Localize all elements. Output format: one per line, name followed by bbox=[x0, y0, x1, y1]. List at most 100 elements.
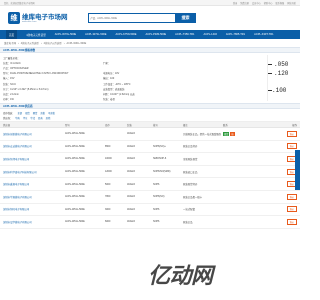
filter-option[interactable]: 华南 bbox=[15, 116, 20, 120]
filter-panel: 库存筛选： 全部 现货 期货 含税 不含税 供应商： 华南 华东 华北 西南 其… bbox=[0, 109, 300, 122]
nav-item[interactable]: ACPL-7805-TR1 bbox=[226, 33, 245, 36]
site-logo[interactable]: 维 维库电子市场网 www.dzsc.com bbox=[8, 12, 68, 24]
package: SMD/SOP-6 bbox=[153, 157, 167, 161]
remark: 原装正品特价 bbox=[183, 145, 198, 149]
login-link[interactable]: 登录 bbox=[233, 1, 237, 5]
nav-item[interactable]: ACPL-1432 bbox=[204, 33, 217, 36]
table-row[interactable]: 深圳市冠华微电子有限公司 ACPL-W61L-500E 6000 AVAGO SOP6 原… bbox=[0, 216, 300, 229]
remark: 原装进口正品 bbox=[183, 170, 198, 174]
dimension-label: .120 bbox=[274, 70, 289, 77]
nav-item[interactable]: ACPL-K75N-500E bbox=[115, 33, 136, 36]
floating-service-bar[interactable] bbox=[295, 150, 300, 190]
stock-qty: 10000 bbox=[105, 157, 112, 161]
nav-item[interactable]: ACPL-W70L-500E bbox=[55, 33, 76, 36]
stock-qty: 7800 bbox=[105, 195, 111, 199]
brand: AVAGO bbox=[127, 144, 136, 148]
stock-badge: 现货 bbox=[223, 131, 230, 136]
brand: AVAGO bbox=[127, 170, 136, 174]
supplier-name[interactable]: 深圳市宏达微电子有限公司 bbox=[3, 144, 65, 148]
search-input[interactable]: 产品 ACPL-W61L-500E bbox=[87, 13, 176, 23]
filter-option[interactable]: 期货 bbox=[33, 111, 38, 115]
breadcrumb-item: ACPL-W61L-500E bbox=[66, 41, 87, 45]
supplier-name[interactable]: 深圳市华源微电子有限公司 bbox=[3, 195, 65, 199]
supplier-name[interactable]: 深圳市恒旺电子有限公司 bbox=[3, 207, 65, 211]
top-link[interactable]: 网站导航 bbox=[287, 1, 296, 5]
stock-qty: 3000 bbox=[105, 207, 111, 211]
remark: 只做原装正品，提供一站式配套服务 bbox=[183, 132, 222, 136]
spec-list: 工厂最低价格： 分类：IC LOGIC 厂家： 产品：OPTOCOUPLER 型号… bbox=[3, 55, 267, 102]
supplier-name[interactable]: 深圳市利华盛电子科技有限公司 bbox=[3, 170, 65, 174]
table-row[interactable]: 深圳市利华盛电子科技有限公司 ACPL-W61L-500E 12000 AVAGO SO… bbox=[0, 166, 300, 179]
search-bar: 产品 ACPL-W61L-500E 搜索 bbox=[87, 13, 196, 23]
filter-option[interactable]: 含税 bbox=[40, 111, 45, 115]
filter-row: 供应商： 华南 华东 华北 西南 其他 bbox=[3, 116, 51, 120]
inquiry-button[interactable]: 询价 bbox=[286, 130, 297, 137]
stock-qty: 5000 bbox=[105, 182, 111, 186]
part-number[interactable]: ACPL-W61L-500E bbox=[65, 157, 105, 160]
search-input-value[interactable]: ACPL-W61L-500E bbox=[97, 17, 117, 20]
filter-option[interactable]: 其他 bbox=[46, 116, 51, 120]
site-header: 维 维库电子市场网 www.dzsc.com 产品 ACPL-W61L-500E… bbox=[0, 6, 300, 30]
nav-item[interactable]: ACPL-P480-500E bbox=[146, 33, 167, 36]
filter-option[interactable]: 现货 bbox=[25, 111, 30, 115]
table-row[interactable]: 深圳市华源微电子有限公司 ACPL-W61L-500E 7800 AVAGO SOP6(… bbox=[0, 191, 300, 204]
top-link[interactable]: 帮助中心 bbox=[264, 1, 273, 5]
part-number[interactable]: ACPL-W61L-500E bbox=[65, 170, 105, 173]
part-number[interactable]: ACPL-W61L-500E bbox=[65, 183, 105, 186]
part-number[interactable]: ACPL-W61L-500E bbox=[65, 195, 105, 198]
welcome-text: 您好，欢迎来到维库电子市场网 bbox=[4, 2, 35, 5]
inquiry-button[interactable]: 询价 bbox=[286, 206, 297, 213]
package: SOP6 bbox=[153, 182, 160, 186]
brand: AVAGO bbox=[127, 132, 136, 136]
filter-option[interactable]: 西南 bbox=[38, 116, 43, 120]
package-drawing: .050 .120 .100 bbox=[267, 55, 297, 101]
nav-item-home[interactable]: 首页 bbox=[6, 30, 18, 39]
top-link[interactable]: 联系客服 bbox=[276, 1, 285, 5]
breadcrumb-item[interactable]: 维库电子网 bbox=[4, 41, 16, 45]
remark: 全新原装现货 bbox=[183, 157, 198, 161]
supplier-name[interactable]: 深圳市恒邦电子有限公司 bbox=[3, 157, 65, 161]
breadcrumb-item[interactable]: 4款电子元件选型 bbox=[21, 41, 39, 45]
table-row[interactable]: 深圳市恒旺电子有限公司 ACPL-W61L-500E 3000 AVAGO SOP6 一站… bbox=[0, 204, 300, 217]
supplier-name[interactable]: 深圳市冠华微电子有限公司 bbox=[3, 220, 65, 224]
top-link[interactable]: 会员中心 bbox=[252, 1, 261, 5]
table-row[interactable]: 深圳市恒邦电子有限公司 ACPL-W61L-500E 10000 AVAGO SMD/S… bbox=[0, 153, 300, 166]
package: SOP6/SO(SMD) bbox=[153, 170, 171, 174]
logo-title: 维库电子市场网 bbox=[22, 13, 68, 21]
supplier-name[interactable]: 深圳市鑫源电子有限公司 bbox=[3, 182, 65, 186]
contact-cell: 现货热 bbox=[223, 131, 263, 136]
register-link[interactable]: 免费注册 bbox=[240, 1, 249, 5]
spec-panel: 工厂最低价格： 分类：IC LOGIC 厂家： 产品：OPTOCOUPLER 型号… bbox=[0, 53, 300, 101]
part-number[interactable]: ACPL-W61L-500E bbox=[65, 145, 105, 148]
filter-option[interactable]: 华北 bbox=[30, 116, 35, 120]
part-number[interactable]: ACPL-W61L-500E bbox=[65, 132, 105, 135]
nav-item[interactable]: ACPL-W72L-500E bbox=[85, 33, 106, 36]
inquiry-button[interactable]: 询价 bbox=[286, 218, 297, 225]
table-row[interactable]: 深圳市宏达微电子有限公司 ACPL-W61L-500E 8500 AVAGO SOP6(… bbox=[0, 141, 300, 154]
part-number[interactable]: ACPL-W61L-500E bbox=[65, 220, 105, 223]
package: SOP6 bbox=[153, 207, 160, 211]
table-row[interactable]: 深圳市鑫源电子有限公司 ACPL-W61L-500E 5000 AVAGO SOP6 原装… bbox=[0, 178, 300, 191]
search-button[interactable]: 搜索 bbox=[175, 13, 196, 23]
hot-badge: 热 bbox=[230, 131, 235, 136]
part-number[interactable]: ACPL-W61L-500E bbox=[65, 208, 105, 211]
nav-item[interactable]: 4款电子元件选型 bbox=[26, 33, 46, 37]
breadcrumb-item[interactable]: 4款电子元件选型 bbox=[44, 41, 62, 45]
search-category-select[interactable]: 产品 bbox=[91, 16, 96, 20]
filter-option[interactable]: 全部 bbox=[18, 111, 23, 115]
package: SOP6(SO)+ bbox=[153, 144, 166, 148]
brand: AVAGO bbox=[127, 220, 136, 224]
filter-option[interactable]: 不含税 bbox=[48, 111, 55, 115]
logo-url: www.dzsc.com bbox=[22, 20, 37, 23]
dimension-label: .100 bbox=[272, 87, 287, 94]
nav-item[interactable]: ACPL-K30T-TR1 bbox=[254, 33, 273, 36]
stock-qty: 6000 bbox=[105, 220, 111, 224]
table-row[interactable]: 深圳市创新微电子有限公司 ACPL-W61L-500E AVAGO 只做原装正品，提供… bbox=[0, 128, 300, 141]
nav-item[interactable]: ACPL-T350-TR1 bbox=[175, 33, 194, 36]
inquiry-button[interactable]: 询价 bbox=[286, 143, 297, 150]
main-nav: 首页 4款电子元件选型 ACPL-W70L-500E ACPL-W72L-500… bbox=[0, 30, 300, 39]
inquiry-button[interactable]: 询价 bbox=[286, 193, 297, 200]
package: SOP6 bbox=[153, 220, 160, 224]
filter-option[interactable]: 华东 bbox=[23, 116, 28, 120]
supplier-name[interactable]: 深圳市创新微电子有限公司 bbox=[3, 132, 65, 136]
